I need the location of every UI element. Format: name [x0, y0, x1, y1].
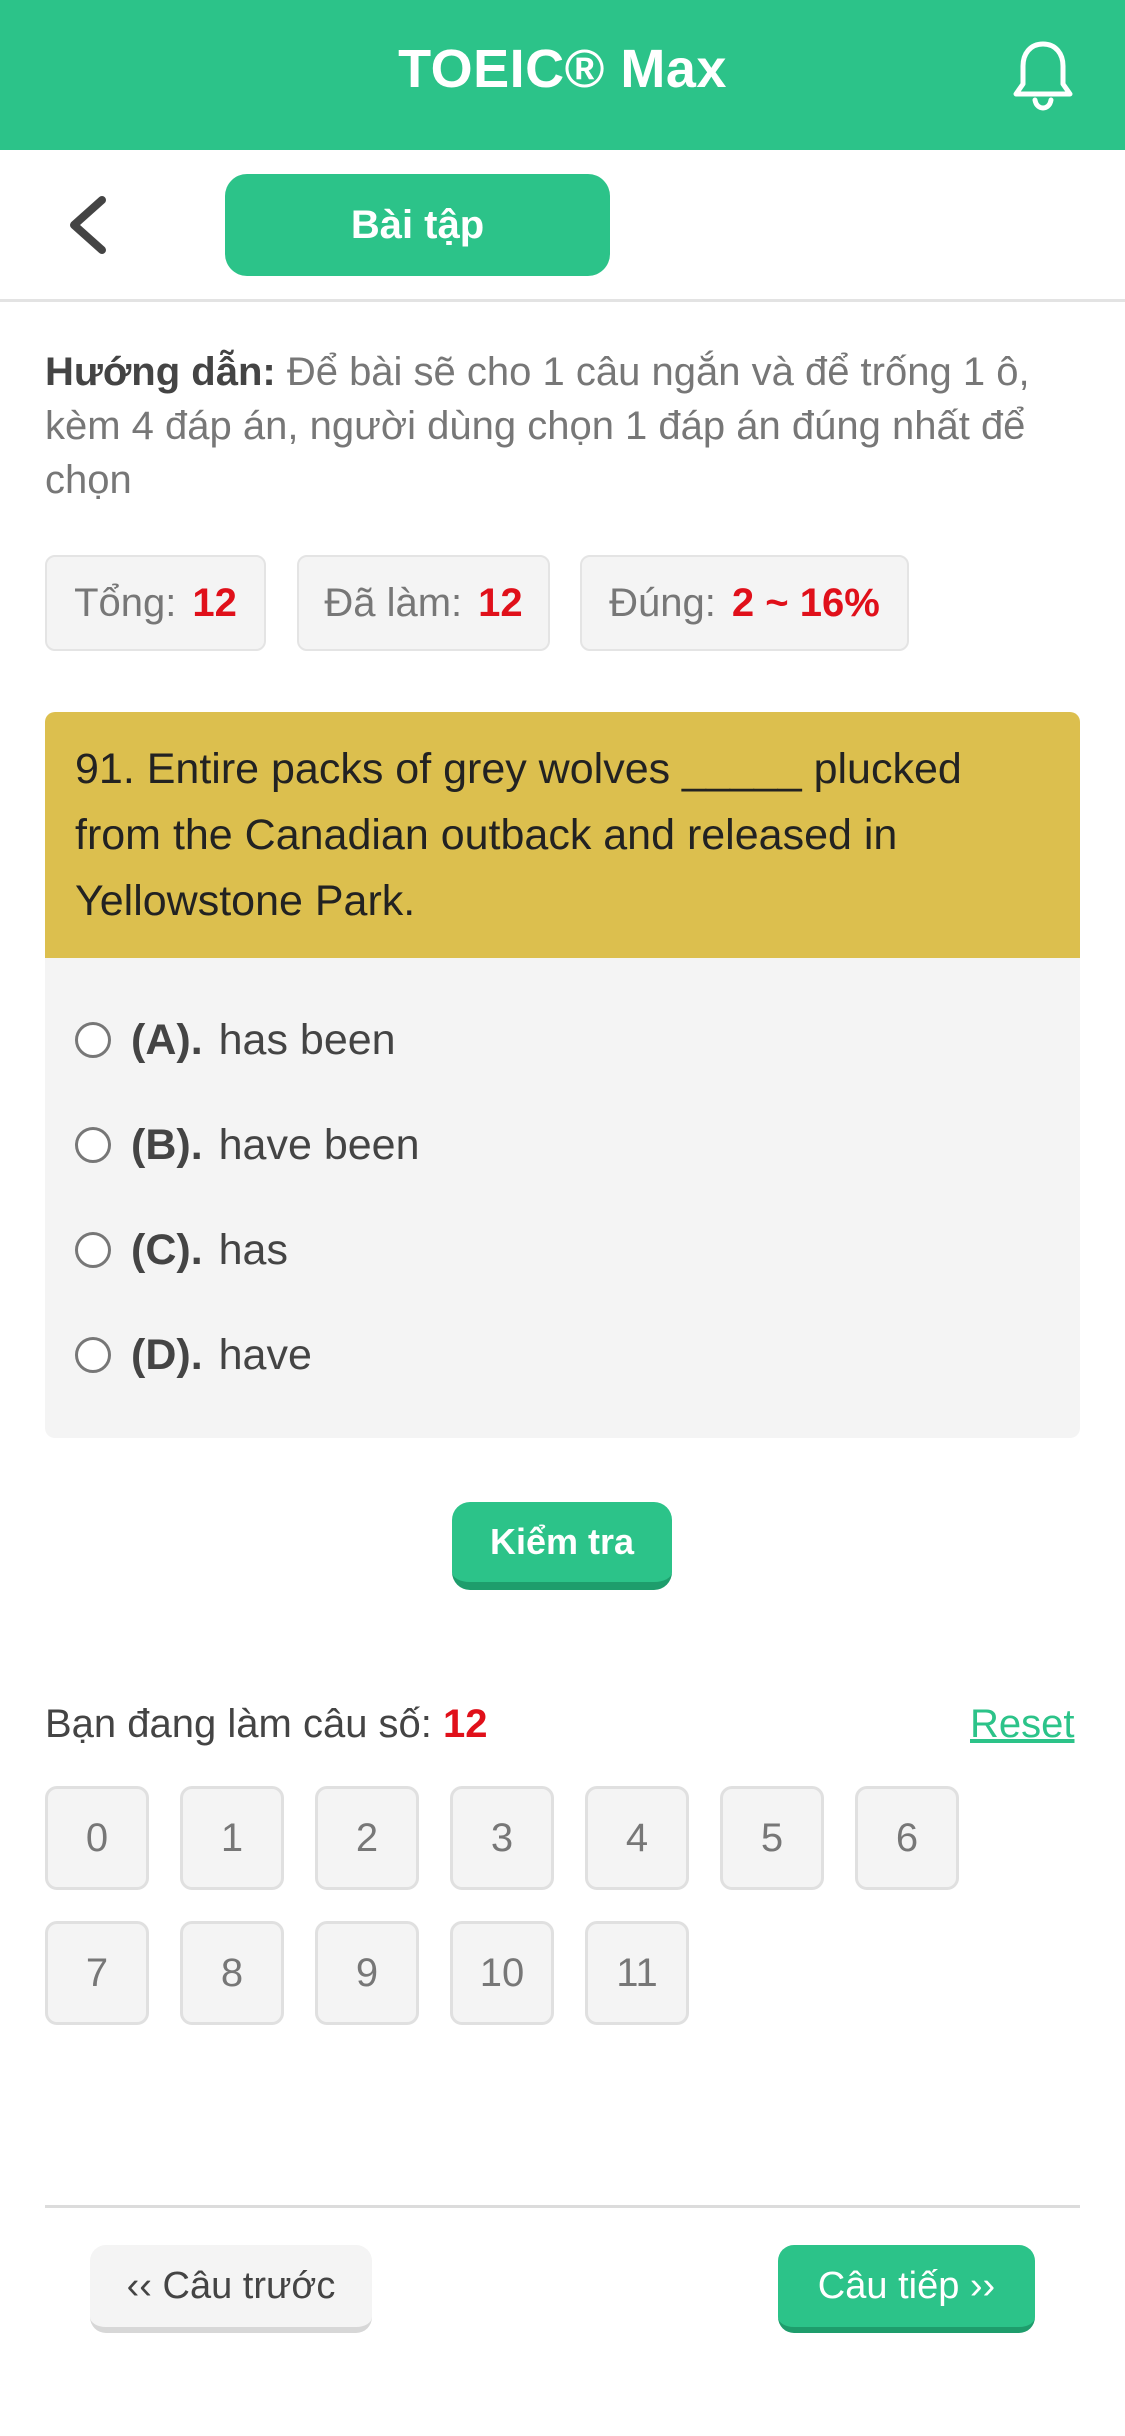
bell-icon[interactable] [1008, 38, 1078, 112]
stat-correct-label: Đúng: [609, 580, 716, 625]
option-text: has been [218, 1015, 396, 1064]
chevron-left-icon[interactable] [60, 192, 120, 258]
option-d[interactable]: (D). have [75, 1320, 312, 1390]
stat-done-value: 12 [478, 580, 523, 625]
stat-done: Đã làm: 12 [297, 555, 550, 651]
question-number-button[interactable]: 2 [315, 1786, 419, 1890]
question-number-button[interactable]: 7 [45, 1921, 149, 2025]
progress-indicator: Bạn đang làm câu số: 12 [45, 1702, 488, 1747]
answer-options: (A). has been (B). have been (C). has (D… [45, 958, 1080, 1438]
radio-button[interactable] [75, 1232, 111, 1268]
stat-correct: Đúng: 2 ~ 16% [580, 555, 909, 651]
previous-question-button[interactable]: ‹‹ Câu trước [90, 2245, 372, 2333]
option-label: (A). [131, 1015, 203, 1064]
option-a[interactable]: (A). has been [75, 1005, 396, 1075]
question-text: 91. Entire packs of grey wolves _____ pl… [45, 712, 1080, 958]
option-text: has [218, 1225, 288, 1274]
stat-done-label: Đã làm: [324, 580, 463, 625]
instructions: Hướng dẫn: Để bài sẽ cho 1 câu ngắn và đ… [45, 345, 1085, 507]
stat-total: Tổng: 12 [45, 555, 266, 651]
option-label: (B). [131, 1120, 203, 1169]
stat-total-value: 12 [192, 580, 237, 625]
question-number-button[interactable]: 10 [450, 1921, 554, 2025]
footer-divider [45, 2205, 1080, 2208]
question-number-button[interactable]: 6 [855, 1786, 959, 1890]
sub-navigation: Bài tập [0, 150, 1125, 302]
option-label: (C). [131, 1225, 203, 1274]
option-c[interactable]: (C). has [75, 1215, 288, 1285]
question-number-button[interactable]: 5 [720, 1786, 824, 1890]
radio-button[interactable] [75, 1337, 111, 1373]
radio-button[interactable] [75, 1127, 111, 1163]
option-text: have been [218, 1120, 420, 1169]
question-number-button[interactable]: 11 [585, 1921, 689, 2025]
stat-correct-value: 2 ~ 16% [731, 580, 880, 625]
stat-total-label: Tổng: [74, 580, 177, 625]
question-number-button[interactable]: 9 [315, 1921, 419, 2025]
progress-label: Bạn đang làm câu số: [45, 1702, 432, 1746]
question-number-button[interactable]: 8 [180, 1921, 284, 2025]
question-number-button[interactable]: 3 [450, 1786, 554, 1890]
radio-button[interactable] [75, 1022, 111, 1058]
tab-exercises[interactable]: Bài tập [225, 174, 610, 276]
option-text: have [218, 1330, 312, 1379]
current-question-number: 12 [443, 1702, 488, 1746]
option-b[interactable]: (B). have been [75, 1110, 420, 1180]
app-header: TOEIC® Max [0, 0, 1125, 150]
check-button[interactable]: Kiểm tra [452, 1502, 672, 1590]
next-question-button[interactable]: Câu tiếp ›› [778, 2245, 1035, 2333]
question-number-button[interactable]: 0 [45, 1786, 149, 1890]
option-label: (D). [131, 1330, 203, 1379]
app-title: TOEIC® Max [398, 39, 727, 99]
question-number-button[interactable]: 1 [180, 1786, 284, 1890]
reset-link[interactable]: Reset [970, 1702, 1075, 1747]
instructions-label: Hướng dẫn: [45, 350, 276, 394]
question-number-button[interactable]: 4 [585, 1786, 689, 1890]
